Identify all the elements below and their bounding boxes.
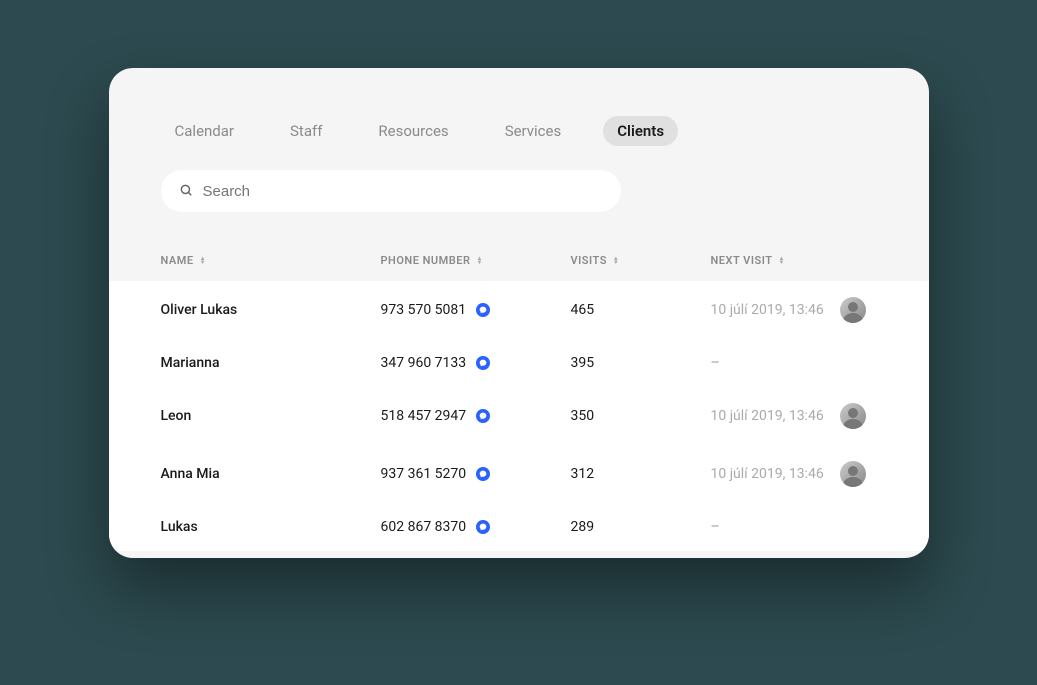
app-card: Calendar Staff Resources Services Client… [109, 68, 929, 558]
column-header-name[interactable]: NAME ▲▼ [161, 254, 381, 267]
client-phone: 518 457 2947 [381, 408, 467, 424]
chat-icon[interactable] [476, 467, 490, 481]
column-label: PHONE NUMBER [381, 254, 471, 267]
tab-calendar[interactable]: Calendar [161, 116, 249, 146]
chat-icon[interactable] [476, 356, 490, 370]
client-visits: 395 [571, 355, 711, 371]
client-next-visit-cell: 10 júlí 2019, 13:46 [711, 403, 877, 429]
tab-services[interactable]: Services [491, 116, 576, 146]
chat-icon[interactable] [476, 303, 490, 317]
client-name: Lukas [161, 519, 381, 535]
client-visits: 350 [571, 408, 711, 424]
column-label: VISITS [571, 254, 607, 267]
tabs-nav: Calendar Staff Resources Services Client… [109, 68, 929, 146]
client-phone-cell: 602 867 8370 [381, 519, 571, 535]
avatar [840, 297, 866, 323]
client-next-visit: 10 júlí 2019, 13:46 [711, 466, 824, 482]
column-header-visits[interactable]: VISITS ▲▼ [571, 254, 711, 267]
client-next-visit-cell: – [711, 519, 877, 535]
sort-icon: ▲▼ [613, 257, 619, 265]
client-visits: 465 [571, 302, 711, 318]
table-row[interactable]: Anna Mia 937 361 5270 312 10 júlí 2019, … [109, 445, 929, 503]
client-phone-cell: 973 570 5081 [381, 302, 571, 318]
column-label: NAME [161, 254, 194, 267]
table-row[interactable]: Lukas 602 867 8370 289 – [109, 503, 929, 551]
client-phone: 347 960 7133 [381, 355, 467, 371]
client-next-visit: 10 júlí 2019, 13:46 [711, 302, 824, 318]
chat-icon[interactable] [476, 409, 490, 423]
client-name: Anna Mia [161, 466, 381, 482]
table-row[interactable]: Leon 518 457 2947 350 10 júlí 2019, 13:4… [109, 387, 929, 445]
client-next-visit-cell: – [711, 355, 877, 371]
client-phone: 973 570 5081 [381, 302, 467, 318]
avatar [840, 461, 866, 487]
sort-icon: ▲▼ [200, 257, 206, 265]
column-label: NEXT VISIT [711, 254, 773, 267]
client-name: Marianna [161, 355, 381, 371]
search-icon [179, 182, 193, 201]
client-phone: 937 361 5270 [381, 466, 467, 482]
client-visits: 312 [571, 466, 711, 482]
tab-clients[interactable]: Clients [603, 116, 678, 146]
client-phone-cell: 347 960 7133 [381, 355, 571, 371]
client-name: Leon [161, 408, 381, 424]
client-phone: 602 867 8370 [381, 519, 467, 535]
column-header-next-visit[interactable]: NEXT VISIT ▲▼ [711, 254, 877, 267]
tab-staff[interactable]: Staff [276, 116, 336, 146]
client-visits: 289 [571, 519, 711, 535]
client-phone-cell: 937 361 5270 [381, 466, 571, 482]
client-next-visit: 10 júlí 2019, 13:46 [711, 408, 824, 424]
table-row[interactable]: Marianna 347 960 7133 395 – [109, 339, 929, 387]
client-next-visit: – [711, 519, 720, 535]
client-name: Oliver Lukas [161, 302, 381, 318]
client-phone-cell: 518 457 2947 [381, 408, 571, 424]
client-next-visit-cell: 10 júlí 2019, 13:46 [711, 461, 877, 487]
search-container [109, 146, 929, 212]
client-next-visit-cell: 10 júlí 2019, 13:46 [711, 297, 877, 323]
table-row[interactable]: Oliver Lukas 973 570 5081 465 10 júlí 20… [109, 281, 929, 339]
table-header: NAME ▲▼ PHONE NUMBER ▲▼ VISITS ▲▼ NEXT V… [109, 240, 929, 281]
chat-icon[interactable] [476, 520, 490, 534]
clients-table: NAME ▲▼ PHONE NUMBER ▲▼ VISITS ▲▼ NEXT V… [109, 240, 929, 551]
search-box[interactable] [161, 170, 621, 212]
table-body: Oliver Lukas 973 570 5081 465 10 júlí 20… [109, 281, 929, 551]
tab-resources[interactable]: Resources [364, 116, 462, 146]
column-header-phone[interactable]: PHONE NUMBER ▲▼ [381, 254, 571, 267]
search-input[interactable] [203, 183, 603, 200]
sort-icon: ▲▼ [778, 257, 784, 265]
client-next-visit: – [711, 355, 720, 371]
avatar [840, 403, 866, 429]
sort-icon: ▲▼ [476, 257, 482, 265]
